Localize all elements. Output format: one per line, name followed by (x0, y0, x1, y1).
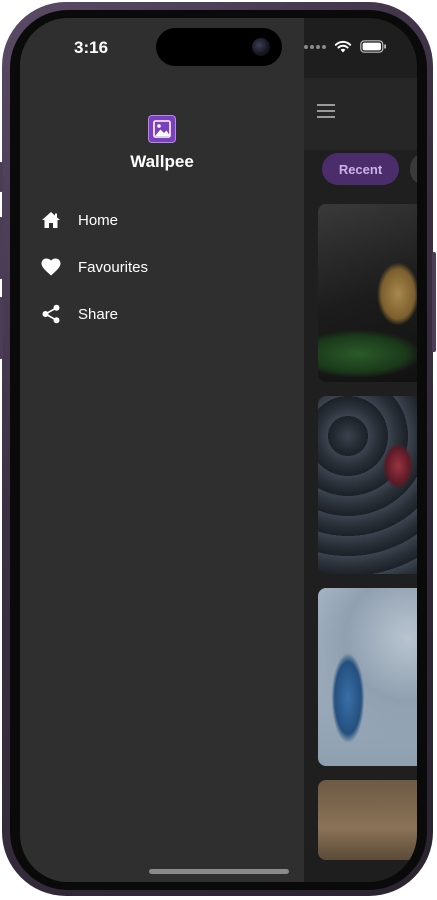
drawer-item-label: Share (78, 305, 119, 323)
wifi-icon (334, 40, 352, 53)
hamburger-icon[interactable] (317, 104, 335, 118)
home-icon (40, 209, 62, 231)
volume-up-button (0, 217, 3, 279)
app-name: Wallpee (130, 152, 194, 171)
screen: 3:16 Wallpee Home Favourites Share Recen… (20, 18, 417, 882)
wallpaper-card[interactable] (318, 588, 417, 766)
chip-next[interactable] (410, 153, 417, 185)
action-button (0, 162, 3, 192)
main-content: Recent (304, 78, 417, 860)
wallpaper-card[interactable] (318, 396, 417, 574)
drawer-item-share[interactable]: Share (40, 300, 118, 328)
signal-dots-icon (304, 44, 326, 49)
navigation-drawer: Wallpee Home Favourites Share (20, 18, 304, 882)
wallpaper-card[interactable] (318, 780, 417, 860)
brand: Wallpee (20, 115, 304, 172)
home-indicator[interactable] (149, 869, 289, 874)
volume-down-button (0, 297, 3, 359)
drawer-item-label: Favourites (78, 258, 149, 276)
status-icons (304, 40, 387, 53)
wallpaper-card[interactable] (318, 204, 417, 382)
camera-icon (252, 38, 270, 56)
app-bar (304, 78, 417, 150)
heart-icon (40, 256, 62, 278)
side-button (432, 252, 436, 352)
drawer-item-home[interactable]: Home (40, 206, 118, 234)
battery-icon (360, 40, 386, 53)
drawer-item-favourites[interactable]: Favourites (40, 253, 148, 281)
image-gallery-icon (148, 115, 176, 143)
chip-recent[interactable]: Recent (322, 153, 399, 185)
dynamic-island (156, 28, 282, 66)
drawer-item-label: Home (78, 211, 119, 229)
status-bar: 3:16 (20, 18, 417, 76)
status-time: 3:16 (74, 38, 109, 57)
share-icon (40, 303, 62, 325)
